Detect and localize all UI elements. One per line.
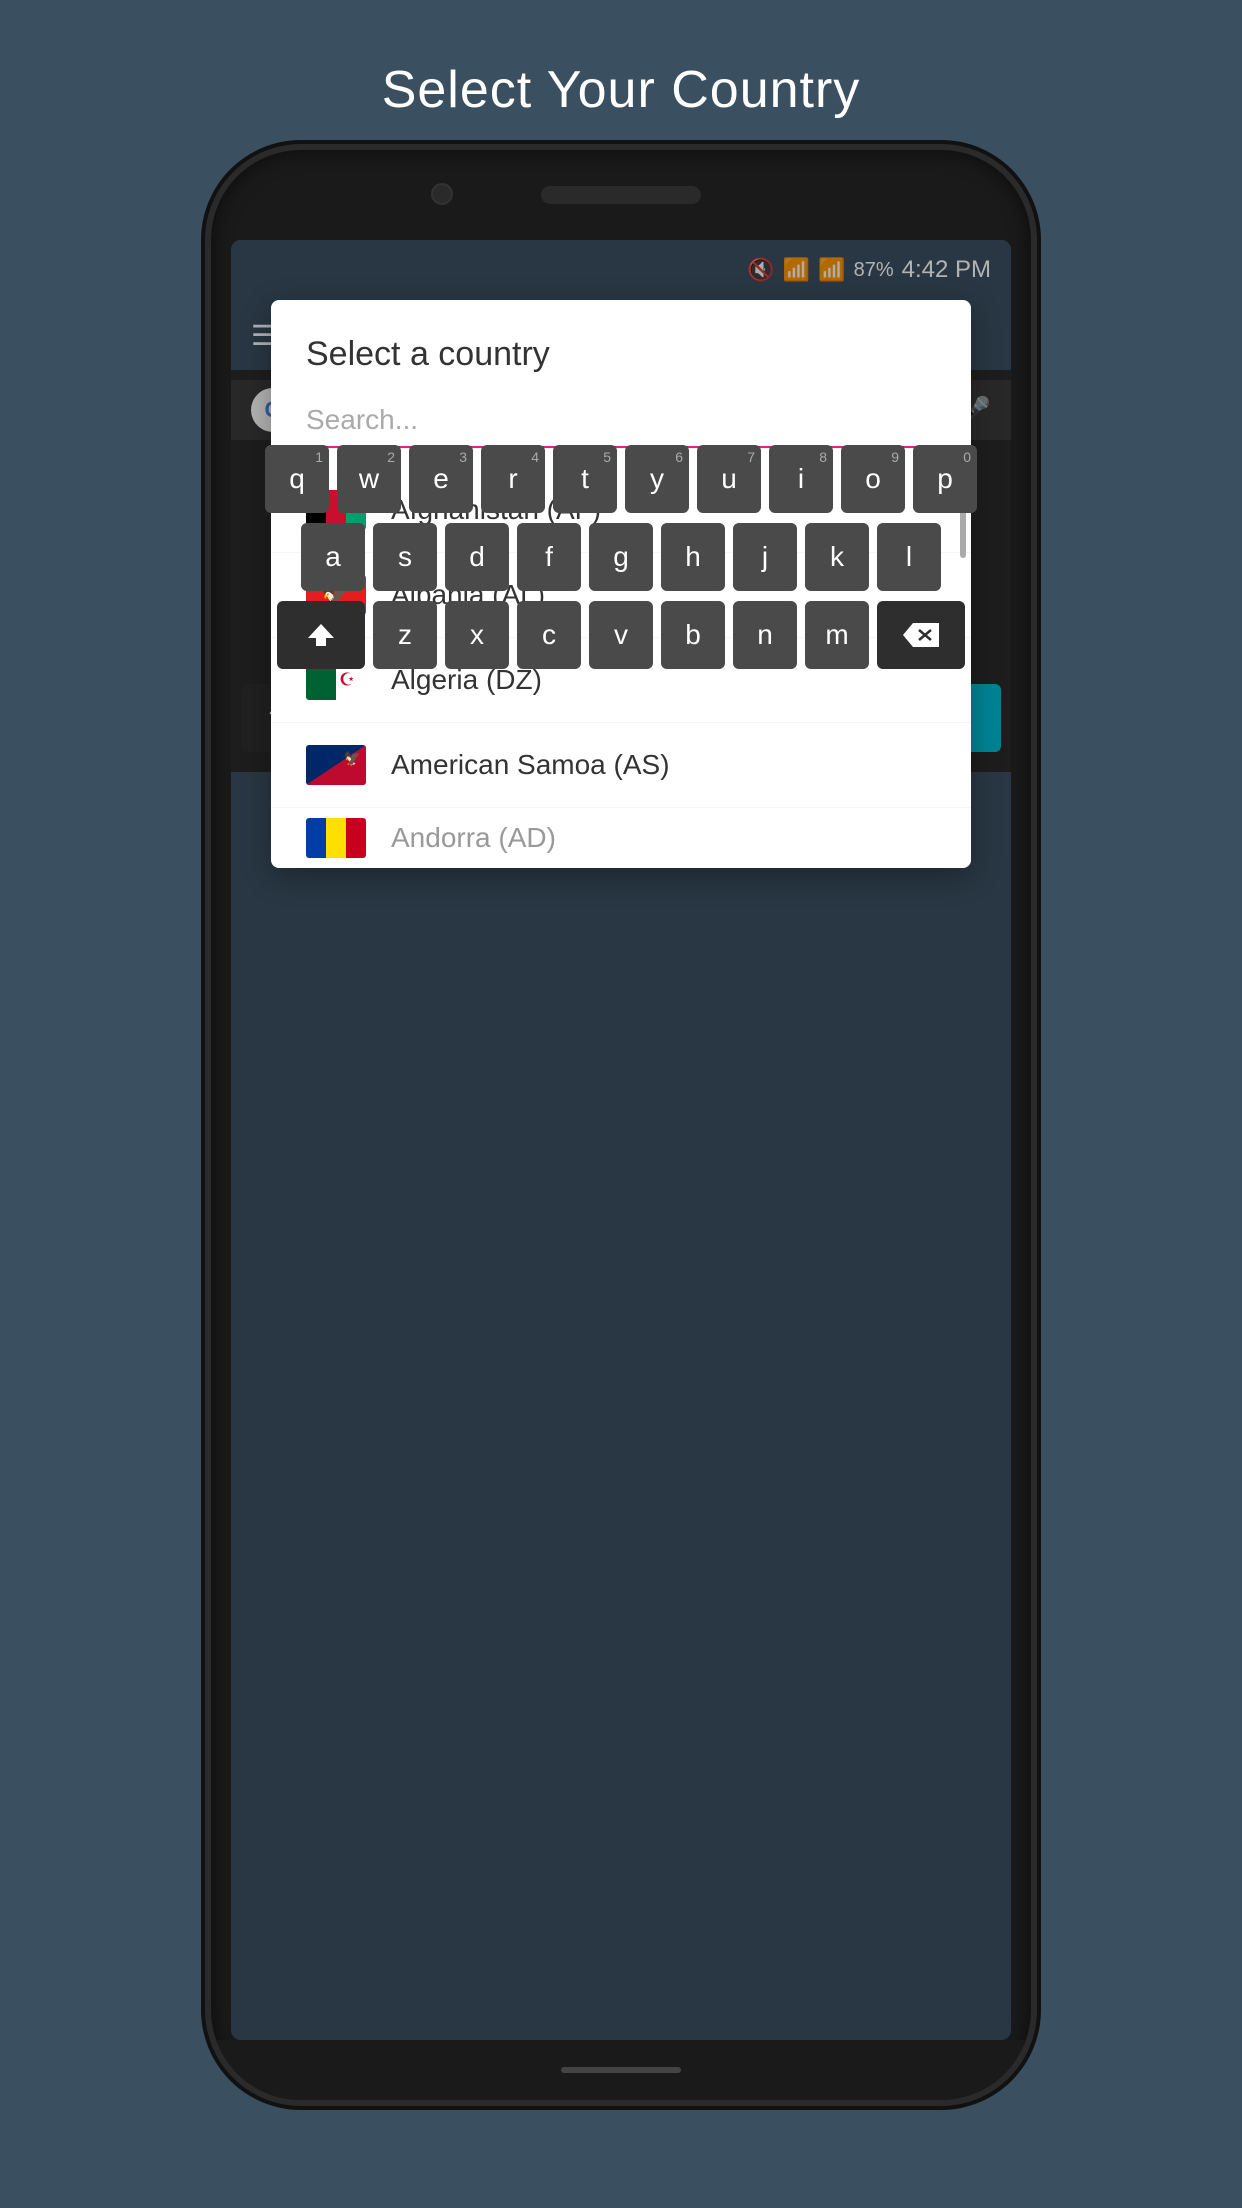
key-n[interactable]: n	[733, 601, 797, 669]
eagle-icon: 🦅	[344, 750, 361, 767]
key-m[interactable]: m	[805, 601, 869, 669]
key-r[interactable]: r4	[481, 445, 545, 513]
key-s[interactable]: s	[373, 523, 437, 591]
key-h[interactable]: h	[661, 523, 725, 591]
key-o[interactable]: o9	[841, 445, 905, 513]
key-k[interactable]: k	[805, 523, 869, 591]
key-e[interactable]: e3	[409, 445, 473, 513]
key-t[interactable]: t5	[553, 445, 617, 513]
flag-ad	[306, 818, 366, 858]
country-name: Andorra (AD)	[391, 822, 556, 854]
key-b[interactable]: b	[661, 601, 725, 669]
search-input[interactable]	[306, 394, 936, 448]
key-v[interactable]: v	[589, 601, 653, 669]
phone-top-bar	[211, 150, 1031, 240]
key-g[interactable]: g	[589, 523, 653, 591]
flag-as: 🦅	[306, 745, 366, 785]
key-c[interactable]: c	[517, 601, 581, 669]
phone-shell: 🔇 📶 📶 87% 4:42 PM ☰ Select a country	[211, 150, 1031, 2100]
key-l[interactable]: l	[877, 523, 941, 591]
key-w[interactable]: w2	[337, 445, 401, 513]
phone-screen: 🔇 📶 📶 87% 4:42 PM ☰ Select a country	[231, 240, 1011, 2040]
key-row-3: z x c v b n m	[241, 601, 1001, 669]
shift-key[interactable]	[277, 601, 365, 669]
key-row-2: a s d f g h j k l	[241, 523, 1001, 591]
key-z[interactable]: z	[373, 601, 437, 669]
home-indicator	[561, 2067, 681, 2073]
modal-title: Select a country	[271, 300, 971, 389]
key-p[interactable]: p0	[913, 445, 977, 513]
key-i[interactable]: i8	[769, 445, 833, 513]
crescent-icon: ☪	[339, 670, 355, 691]
page-title: Select Your Country	[382, 60, 861, 120]
list-item[interactable]: Andorra (AD)	[271, 808, 971, 868]
key-a[interactable]: a	[301, 523, 365, 591]
list-item[interactable]: 🦅 American Samoa (AS)	[271, 723, 971, 808]
country-name: American Samoa (AS)	[391, 749, 670, 781]
key-d[interactable]: d	[445, 523, 509, 591]
key-j[interactable]: j	[733, 523, 797, 591]
key-x[interactable]: x	[445, 601, 509, 669]
phone-bottom	[211, 2040, 1031, 2100]
key-f[interactable]: f	[517, 523, 581, 591]
phone-camera	[431, 183, 453, 205]
backspace-key[interactable]	[877, 601, 965, 669]
key-q[interactable]: q1	[265, 445, 329, 513]
key-y[interactable]: y6	[625, 445, 689, 513]
phone-speaker	[541, 186, 701, 204]
key-u[interactable]: u7	[697, 445, 761, 513]
